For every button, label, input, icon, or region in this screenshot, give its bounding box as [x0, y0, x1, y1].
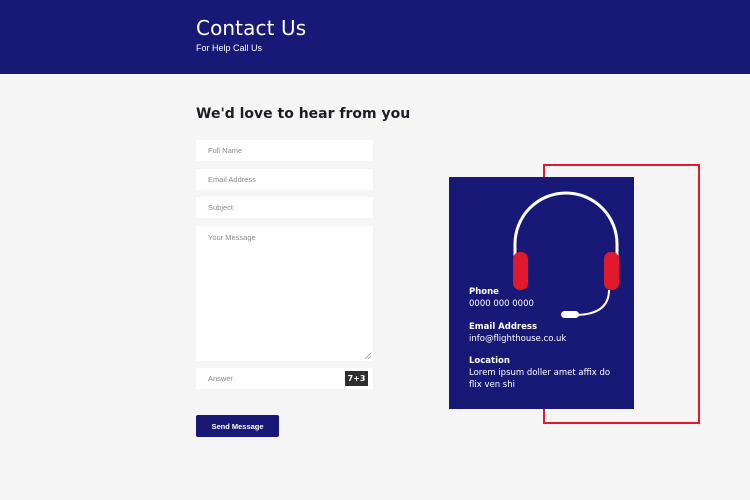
email-input[interactable] — [196, 169, 373, 190]
page-header: Contact Us For Help Call Us — [0, 0, 750, 74]
resize-handle-icon[interactable] — [365, 353, 371, 359]
captcha-question: 7+3 — [345, 371, 368, 386]
message-textarea[interactable] — [196, 226, 373, 361]
phone-label: Phone — [469, 287, 499, 297]
full-name-input[interactable] — [196, 140, 373, 161]
page-subtitle: For Help Call Us — [196, 43, 263, 53]
subject-input[interactable] — [196, 197, 373, 218]
send-message-button[interactable]: Send Message — [196, 415, 279, 437]
phone-value: 0000 000 0000 — [469, 299, 534, 309]
page-title: Contact Us — [196, 16, 307, 40]
form-heading: We'd love to hear from you — [196, 106, 411, 122]
location-value: Lorem ipsum doller amet affix do flix ve… — [469, 368, 611, 390]
email-value: info@flighthouse.co.uk — [469, 334, 567, 344]
email-label: Email Address — [469, 322, 538, 332]
location-label: Location — [469, 356, 510, 366]
